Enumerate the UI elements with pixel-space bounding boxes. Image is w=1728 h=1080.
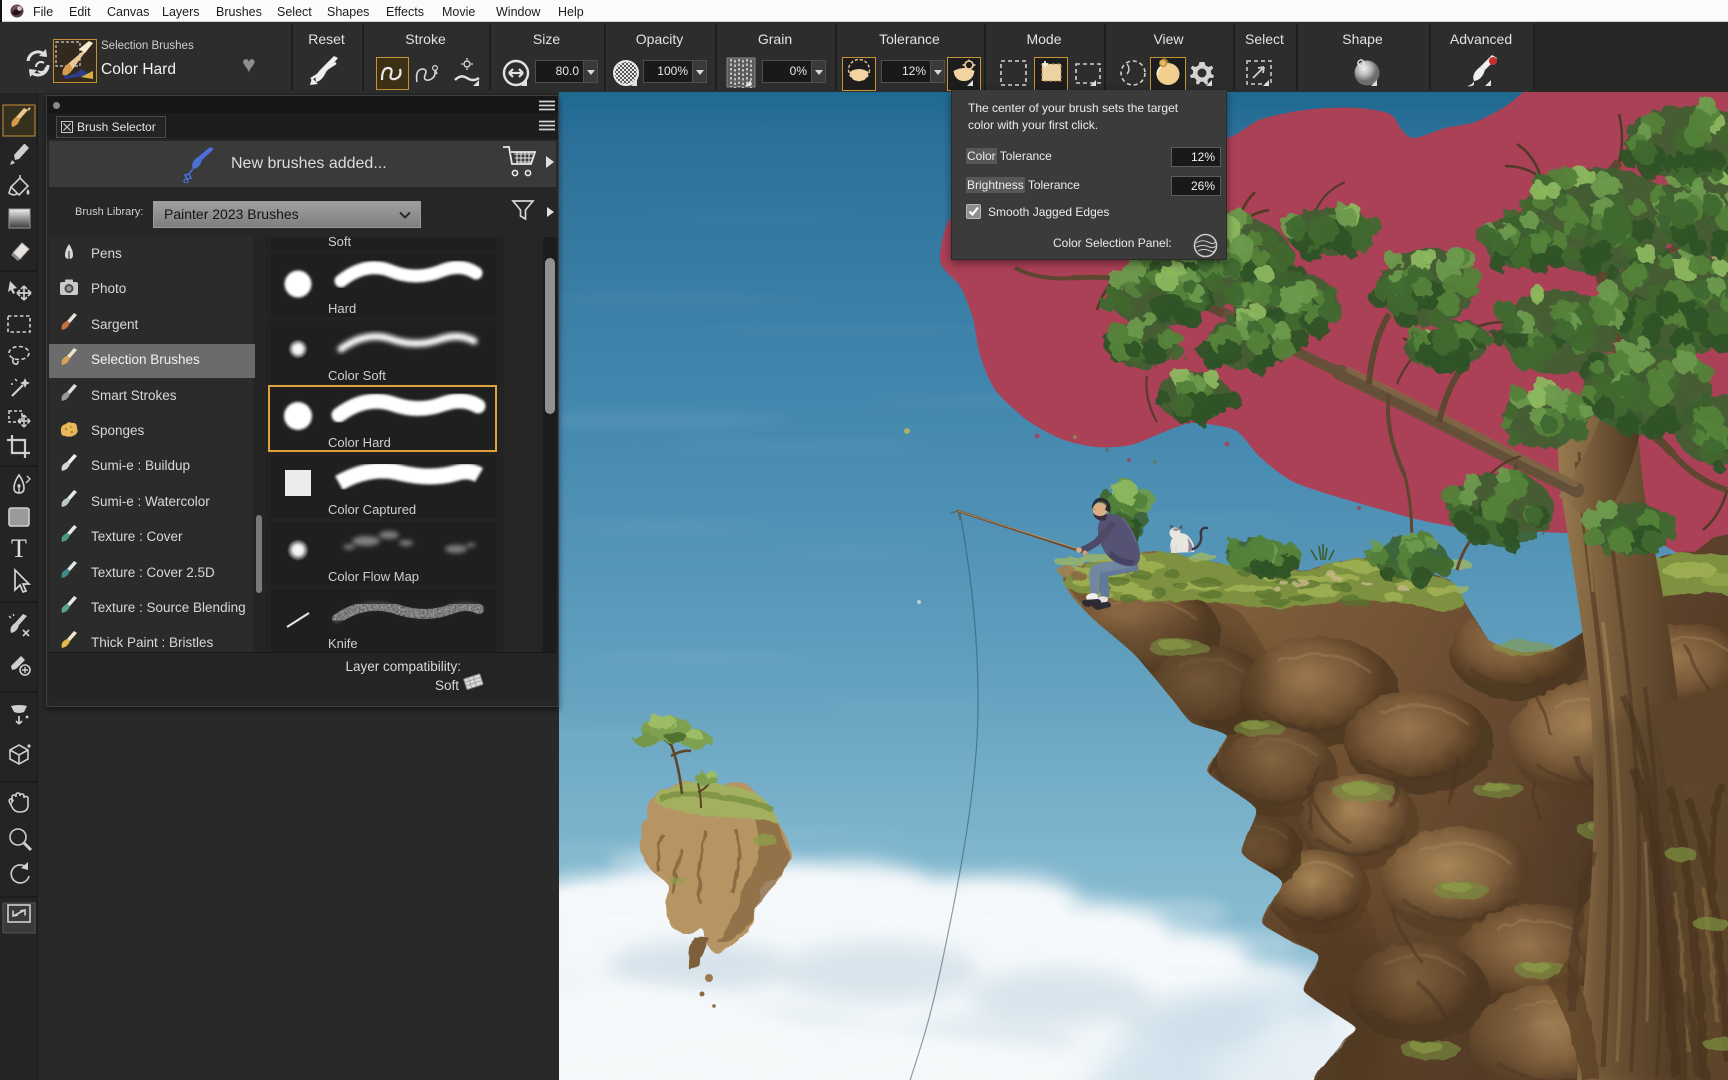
svg-text:T: T [11,534,27,563]
